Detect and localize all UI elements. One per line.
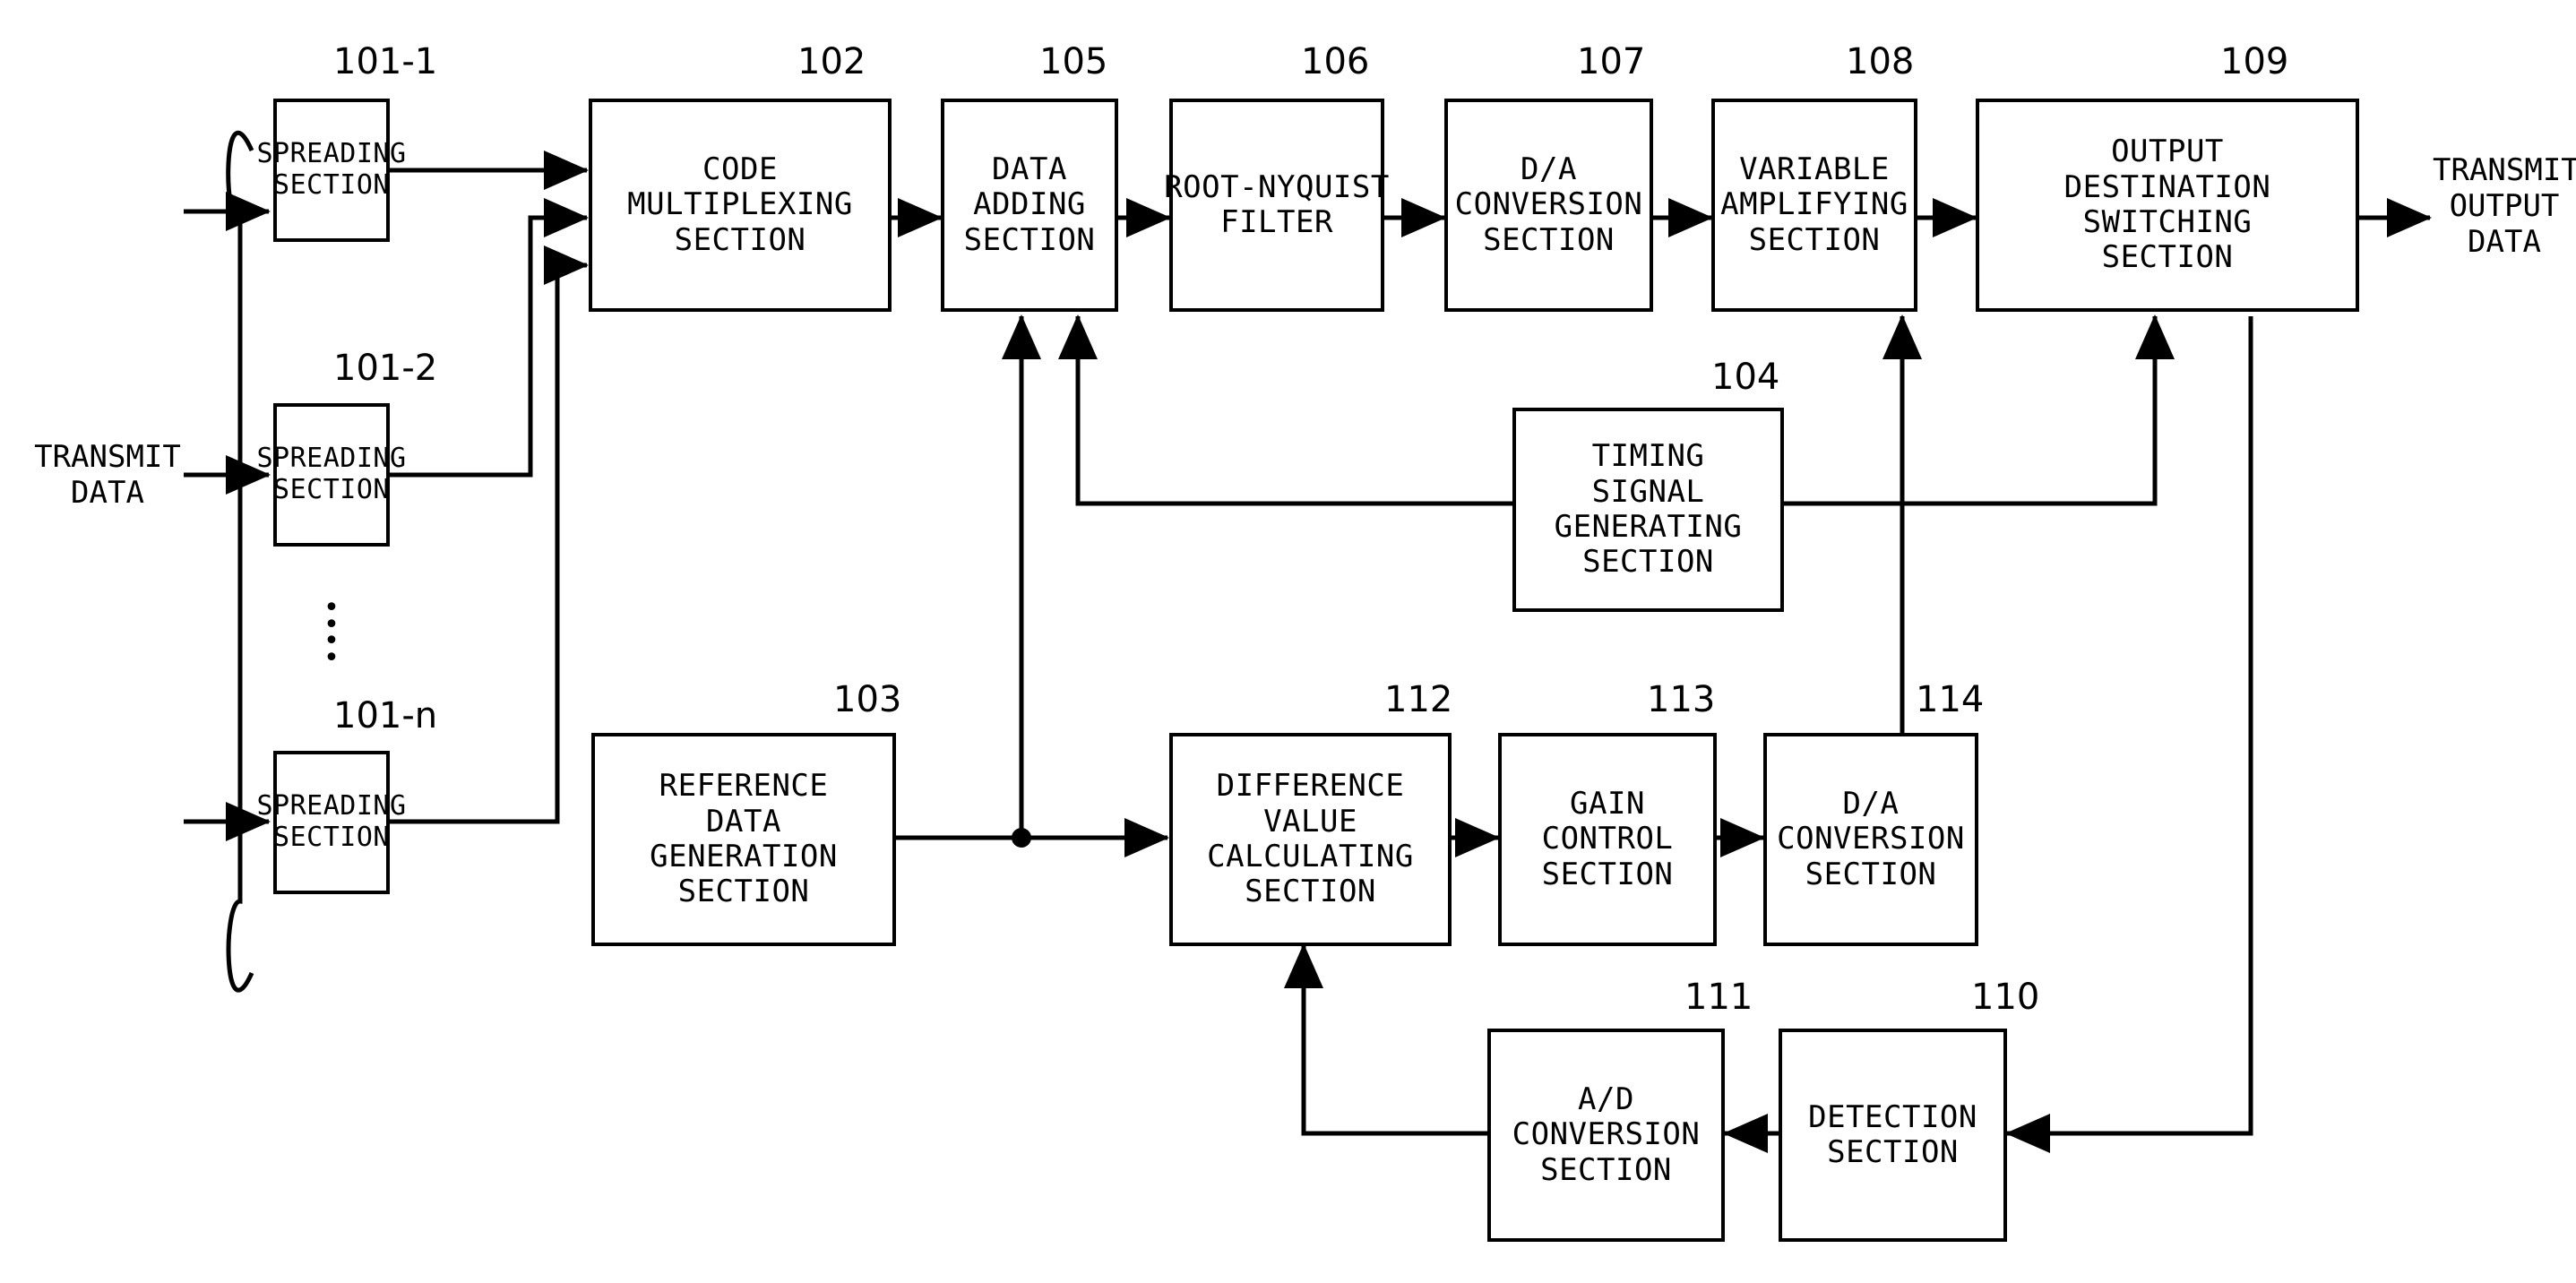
ref-number-102: 102: [797, 41, 866, 82]
block-gain-control-section[interactable]: GAIN CONTROL SECTION: [1498, 733, 1717, 946]
block-output-destination-switching-section[interactable]: OUTPUT DESTINATION SWITCHING SECTION: [1976, 99, 2359, 312]
block-label: A/D CONVERSION SECTION: [1512, 1081, 1701, 1188]
block-label: D/A CONVERSION SECTION: [1777, 785, 1965, 892]
ref-number-106: 106: [1301, 41, 1370, 82]
ref-number-108: 108: [1846, 41, 1915, 82]
block-da-conversion-section-107[interactable]: D/A CONVERSION SECTION: [1444, 99, 1653, 312]
ref-number-104: 104: [1711, 357, 1780, 398]
input-label-transmit-data: TRANSMIT DATA: [34, 439, 181, 512]
block-spreading-section-n[interactable]: SPREADING SECTION: [256, 751, 406, 894]
ref-number-105: 105: [1039, 41, 1108, 82]
block-label: DETECTION SECTION: [1808, 1098, 1977, 1170]
block-label: DIFFERENCE VALUE CALCULATING SECTION: [1207, 768, 1414, 910]
block-code-multiplexing-section[interactable]: CODE MULTIPLEXING SECTION: [589, 99, 892, 312]
block-label: TIMING SIGNAL GENERATING SECTION: [1554, 438, 1743, 581]
ref-number-107: 107: [1577, 41, 1646, 82]
ref-number-101-n: 101-n: [333, 695, 438, 736]
output-label-transmit-output-data: TRANSMIT OUTPUT DATA: [2433, 152, 2576, 261]
block-spreading-section-2[interactable]: SPREADING SECTION: [256, 403, 406, 547]
block-label: REFERENCE DATA GENERATION SECTION: [650, 768, 838, 910]
block-label: D/A CONVERSION SECTION: [1454, 151, 1643, 258]
block-spreading-section-1[interactable]: SPREADING SECTION: [256, 99, 406, 242]
ref-number-103: 103: [833, 679, 902, 720]
block-label: SPREADING SECTION: [256, 138, 407, 201]
block-reference-data-generation-section[interactable]: REFERENCE DATA GENERATION SECTION: [591, 733, 896, 946]
block-da-conversion-section-114[interactable]: D/A CONVERSION SECTION: [1763, 733, 1978, 946]
block-label: GAIN CONTROL SECTION: [1541, 785, 1674, 892]
ref-number-101-2: 101-2: [333, 348, 438, 389]
spreading-sections-ellipsis: • • • •: [323, 592, 340, 674]
block-variable-amplifying-section[interactable]: VARIABLE AMPLIFYING SECTION: [1711, 99, 1917, 312]
ref-number-111: 111: [1684, 977, 1753, 1018]
block-label: ROOT-NYQUIST FILTER: [1164, 168, 1390, 240]
block-detection-section[interactable]: DETECTION SECTION: [1779, 1029, 2007, 1242]
ref-number-113: 113: [1647, 679, 1716, 720]
ref-number-109: 109: [2220, 41, 2289, 82]
ref-number-101-1: 101-1: [333, 41, 438, 82]
block-root-nyquist-filter[interactable]: ROOT-NYQUIST FILTER: [1164, 99, 1389, 312]
figure-canvas: SPREADING SECTION 101-1 SPREADING SECTION …: [0, 0, 2576, 1283]
block-data-adding-section[interactable]: DATA ADDING SECTION: [941, 99, 1118, 312]
block-label: SPREADING SECTION: [256, 790, 407, 853]
block-label: VARIABLE AMPLIFYING SECTION: [1720, 151, 1908, 258]
ref-number-110: 110: [1971, 977, 2040, 1018]
block-label: DATA ADDING SECTION: [963, 151, 1096, 258]
block-timing-signal-generating-section[interactable]: TIMING SIGNAL GENERATING SECTION: [1512, 408, 1784, 612]
ref-number-114: 114: [1916, 679, 1985, 720]
block-label: OUTPUT DESTINATION SWITCHING SECTION: [2063, 133, 2271, 276]
block-label: SPREADING SECTION: [256, 443, 407, 505]
ref-number-112: 112: [1384, 679, 1453, 720]
block-difference-value-calculating-section[interactable]: DIFFERENCE VALUE CALCULATING SECTION: [1169, 733, 1452, 946]
block-label: CODE MULTIPLEXING SECTION: [627, 151, 853, 258]
block-ad-conversion-section[interactable]: A/D CONVERSION SECTION: [1487, 1029, 1725, 1242]
